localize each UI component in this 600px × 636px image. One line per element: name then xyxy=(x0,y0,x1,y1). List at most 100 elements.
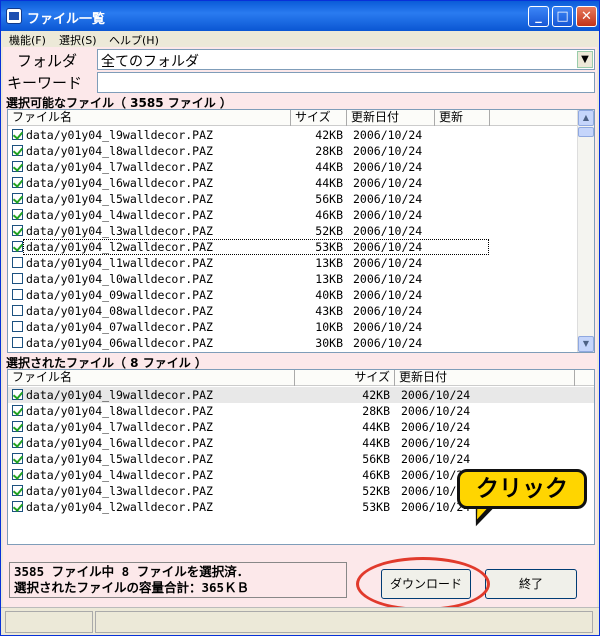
column-header-filename[interactable]: ファイル名 xyxy=(8,110,291,126)
table-row[interactable]: data/y01y04_l4walldecor.PAZ 46KB 2006/10/2… xyxy=(8,207,594,223)
column-header-filename[interactable]: ファイル名 xyxy=(8,370,295,386)
table-row[interactable]: data/y01y04_l6walldecor.PAZ 44KB 2006/10/2… xyxy=(8,175,594,191)
minimize-button[interactable]: _ xyxy=(528,6,549,27)
table-row[interactable]: data/y01y04_l7walldecor.PAZ 44KB 2006/10/2… xyxy=(8,159,594,175)
table-row[interactable]: data/y01y04_l5walldecor.PAZ 56KB 2006/10/2… xyxy=(8,191,594,207)
file-name: data/y01y04_09walldecor.PAZ xyxy=(26,288,213,302)
file-name: data/y01y04_l1walldecor.PAZ xyxy=(26,256,213,270)
menu-function[interactable]: 機能(F) xyxy=(9,32,46,48)
row-checkbox[interactable] xyxy=(12,469,23,480)
file-name: data/y01y04_l8walldecor.PAZ xyxy=(26,404,213,418)
file-date: 2006/10/24 xyxy=(353,304,423,318)
row-checkbox[interactable] xyxy=(12,453,23,464)
table-row[interactable]: data/y01y04_l3walldecor.PAZ 52KB 2006/10/2… xyxy=(8,223,594,239)
file-date: 2006/10/24 xyxy=(353,208,423,222)
row-checkbox[interactable] xyxy=(12,389,23,400)
file-date: 2006/10/24 xyxy=(401,404,471,418)
file-name: data/y01y04_l7walldecor.PAZ xyxy=(26,160,213,174)
file-size: 40KB xyxy=(315,288,343,302)
table-row[interactable]: data/y01y04_l1walldecor.PAZ 13KB 2006/10/2… xyxy=(8,255,594,271)
selected-files-list[interactable]: ファイル名 サイズ 更新日付 data/y01y04_l9walldecor.P… xyxy=(7,369,595,545)
scroll-thumb[interactable] xyxy=(578,127,594,137)
row-checkbox[interactable] xyxy=(12,177,23,188)
chevron-down-icon[interactable]: ▼ xyxy=(577,51,593,68)
file-date: 2006/10/24 xyxy=(353,176,423,190)
file-size: 52KB xyxy=(315,224,343,238)
file-date: 2006/10/24 xyxy=(353,336,423,350)
row-checkbox[interactable] xyxy=(12,241,23,252)
table-row[interactable]: data/y01y04_l9walldecor.PAZ 42KB 2006/10/2… xyxy=(8,127,594,143)
row-checkbox[interactable] xyxy=(12,289,23,300)
available-list-scrollbar[interactable]: ▲ ▼ xyxy=(577,110,594,352)
table-row[interactable]: data/y01y04_l9walldecor.PAZ 42KB 2006/10/2… xyxy=(8,387,594,403)
file-size: 28KB xyxy=(362,404,390,418)
row-checkbox[interactable] xyxy=(12,273,23,284)
row-checkbox[interactable] xyxy=(12,161,23,172)
keyword-input[interactable] xyxy=(97,72,595,93)
keyword-label: キーワード xyxy=(7,74,83,92)
table-row[interactable]: data/y01y04_l0walldecor.PAZ 13KB 2006/10/2… xyxy=(8,271,594,287)
file-name: data/y01y04_l6walldecor.PAZ xyxy=(26,176,213,190)
available-files-list[interactable]: ファイル名 サイズ 更新日付 更新 data/y01y04_l9walldeco… xyxy=(7,109,595,353)
menu-help[interactable]: ヘルプ(H) xyxy=(109,32,159,48)
column-header-date[interactable]: 更新日付 xyxy=(347,110,435,126)
column-header-size[interactable]: サイズ xyxy=(295,370,395,386)
row-checkbox[interactable] xyxy=(12,437,23,448)
table-row[interactable]: data/y01y04_08walldecor.PAZ 43KB 2006/10/2… xyxy=(8,303,594,319)
row-checkbox[interactable] xyxy=(12,321,23,332)
table-row[interactable]: data/y01y04_l6walldecor.PAZ 44KB 2006/10/2… xyxy=(8,435,594,451)
table-row[interactable]: data/y01y04_l5walldecor.PAZ 56KB 2006/10/2… xyxy=(8,451,594,467)
row-checkbox[interactable] xyxy=(12,421,23,432)
scroll-down-icon[interactable]: ▼ xyxy=(578,336,594,352)
row-checkbox[interactable] xyxy=(12,485,23,496)
close-button[interactable]: ✕ xyxy=(576,6,597,27)
file-name: data/y01y04_l0walldecor.PAZ xyxy=(26,272,213,286)
row-checkbox[interactable] xyxy=(12,501,23,512)
row-checkbox[interactable] xyxy=(12,193,23,204)
exit-button[interactable]: 終了 xyxy=(485,569,577,599)
file-size: 56KB xyxy=(315,192,343,206)
scroll-up-icon[interactable]: ▲ xyxy=(578,110,594,126)
row-checkbox[interactable] xyxy=(12,305,23,316)
row-checkbox[interactable] xyxy=(12,337,23,348)
file-date: 2006/10/24 xyxy=(353,224,423,238)
title-bar[interactable]: ファイル一覧 _ □ ✕ xyxy=(1,1,599,31)
file-size: 42KB xyxy=(362,388,390,402)
window-title: ファイル一覧 xyxy=(27,12,106,27)
table-row[interactable]: data/y01y04_07walldecor.PAZ 10KB 2006/10/2… xyxy=(8,319,594,335)
file-name: data/y01y04_l4walldecor.PAZ xyxy=(26,468,213,482)
status-panel-1 xyxy=(5,611,93,633)
download-highlight-ring xyxy=(356,557,490,611)
folder-select-value: 全てのフォルダ xyxy=(101,54,199,70)
file-list-window: ファイル一覧 _ □ ✕ 機能(F) 選択(S) ヘルプ(H) フォルダ 全ての… xyxy=(0,0,600,636)
table-row[interactable]: data/y01y04_l8walldecor.PAZ 28KB 2006/10/2… xyxy=(8,143,594,159)
row-checkbox[interactable] xyxy=(12,209,23,220)
table-row[interactable]: data/y01y04_06walldecor.PAZ 30KB 2006/10/2… xyxy=(8,335,594,351)
folder-select[interactable]: 全てのフォルダ ▼ xyxy=(97,49,595,70)
file-name: data/y01y04_l9walldecor.PAZ xyxy=(26,388,213,402)
table-row[interactable]: data/y01y04_l2walldecor.PAZ 53KB 2006/10/2… xyxy=(8,239,594,255)
row-checkbox[interactable] xyxy=(12,257,23,268)
file-date: 2006/10/24 xyxy=(401,388,471,402)
file-name: data/y01y04_07walldecor.PAZ xyxy=(26,320,213,334)
row-checkbox[interactable] xyxy=(12,225,23,236)
menu-select[interactable]: 選択(S) xyxy=(59,32,97,48)
available-list-header: ファイル名 サイズ 更新日付 更新 xyxy=(8,110,594,126)
file-size: 44KB xyxy=(362,436,390,450)
file-size: 30KB xyxy=(315,336,343,350)
maximize-button[interactable]: □ xyxy=(552,6,573,27)
table-row[interactable]: data/y01y04_09walldecor.PAZ 40KB 2006/10/2… xyxy=(8,287,594,303)
table-row[interactable]: data/y01y04_l8walldecor.PAZ 28KB 2006/10/2… xyxy=(8,403,594,419)
status-panel-2 xyxy=(95,611,593,633)
column-header-updated[interactable]: 更新 xyxy=(435,110,490,126)
column-header-date[interactable]: 更新日付 xyxy=(395,370,575,386)
column-header-size[interactable]: サイズ xyxy=(291,110,347,126)
selection-summary: 3585 ファイル中 8 ファイルを選択済． 選択されたファイルの容量合計：36… xyxy=(9,562,347,598)
file-name: data/y01y04_l3walldecor.PAZ xyxy=(26,224,213,238)
file-size: 10KB xyxy=(315,320,343,334)
row-checkbox[interactable] xyxy=(12,405,23,416)
row-checkbox[interactable] xyxy=(12,145,23,156)
file-name: data/y01y04_l6walldecor.PAZ xyxy=(26,436,213,450)
table-row[interactable]: data/y01y04_l7walldecor.PAZ 44KB 2006/10/2… xyxy=(8,419,594,435)
row-checkbox[interactable] xyxy=(12,129,23,140)
